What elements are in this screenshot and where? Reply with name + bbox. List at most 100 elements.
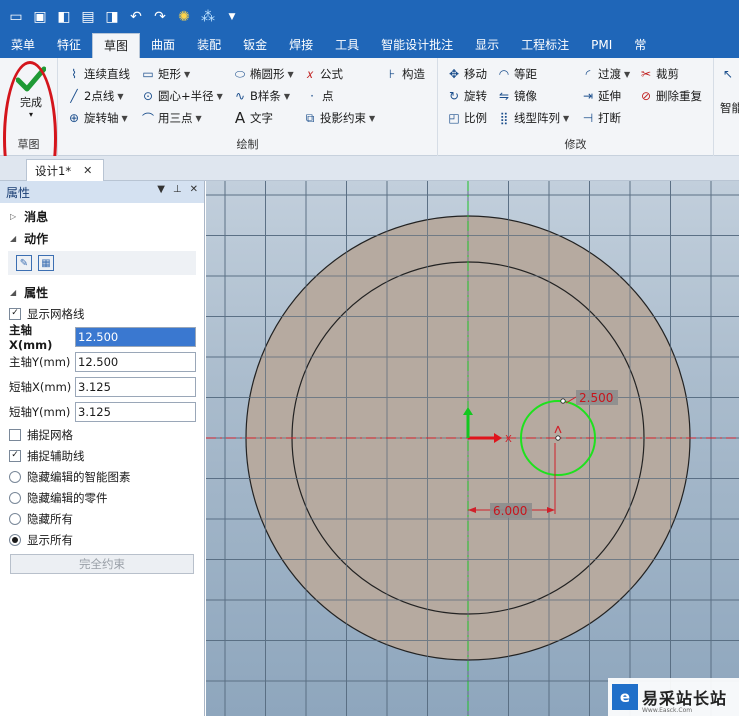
menu-tab[interactable]: 草图 xyxy=(92,33,141,58)
circle-center-point[interactable] xyxy=(555,435,561,441)
spline-icon: ∿ xyxy=(234,89,246,103)
remove-duplicates-tool[interactable]: ⊘ 删除重复 xyxy=(638,86,702,106)
redo-icon[interactable]: ↷ xyxy=(148,5,172,29)
smart-icon[interactable]: ↖ xyxy=(720,64,738,84)
new-icon[interactable]: ▭ xyxy=(4,5,28,29)
mirror-tool[interactable]: ⇋ 镜像 xyxy=(496,86,537,106)
edit-check-icon[interactable]: ✎ xyxy=(16,255,32,271)
formula-icon: 𝑥 xyxy=(306,66,314,81)
undo-icon[interactable]: ↶ xyxy=(124,5,148,29)
radius-dimension[interactable]: 2.500 xyxy=(579,391,613,405)
arc-icon: ⌒ xyxy=(141,111,154,126)
full-constraint-button[interactable]: 完全约束 xyxy=(10,554,194,574)
hide-smart-elements-radio[interactable]: 隐藏编辑的智能图素 xyxy=(0,466,204,487)
pattern-icon: ⣿ xyxy=(499,111,509,125)
construction-tool[interactable]: ⊦ 构造 xyxy=(384,64,425,84)
radius-handle-point[interactable] xyxy=(560,398,566,404)
move-tool[interactable]: ✥ 移动 xyxy=(446,64,487,84)
major-x-input[interactable] xyxy=(75,326,196,347)
menu-tab[interactable]: 特征 xyxy=(46,33,92,58)
ellipse-tool[interactable]: ⬭ 椭圆形 ▼ xyxy=(232,64,294,84)
document-tab[interactable]: 设计1* ✕ xyxy=(26,159,104,181)
folder-open-icon[interactable]: ◧ xyxy=(52,5,76,29)
extend-tool[interactable]: ⇥ 延伸 xyxy=(580,86,621,106)
sketch-group: 完成 ▾ 草图 xyxy=(0,58,58,156)
menu-tab[interactable]: 常 xyxy=(623,33,657,58)
smart-group: ↖ 智能 xyxy=(714,58,739,156)
hide-all-radio[interactable]: 隐藏所有 xyxy=(0,508,204,529)
mirror-icon: ⇋ xyxy=(498,89,510,103)
save-icon[interactable]: ◨ xyxy=(100,5,124,29)
menu-tab[interactable]: 工具 xyxy=(324,33,370,58)
menu-tab[interactable]: 工程标注 xyxy=(510,33,580,58)
menu-tab[interactable]: 智能设计批注 xyxy=(370,33,464,58)
fillet-tool[interactable]: ◜ 过渡 ▼ xyxy=(580,64,630,84)
linear-pattern-tool[interactable]: ⣿ 线型阵列 ▼ xyxy=(496,108,570,128)
chevron-down-icon: ▼ xyxy=(563,113,570,123)
two-point-line-tool[interactable]: ╱ 2点线 ▼ xyxy=(66,86,123,106)
sparkle-icon[interactable]: ⁂ xyxy=(196,5,220,29)
panel-menu-icon[interactable]: ▼ xyxy=(157,184,165,195)
snap-grid-checkbox[interactable]: 捕捉网格 xyxy=(0,424,204,445)
chevron-down-icon: ▼ xyxy=(117,91,124,101)
bspline-tool[interactable]: ∿ B样条 ▼ xyxy=(232,86,290,106)
offset-tool[interactable]: ◠ 等距 xyxy=(496,64,537,84)
scale-icon: ◰ xyxy=(448,111,460,125)
site-logo-icon: e xyxy=(612,684,638,710)
properties-section[interactable]: ◢ 属性 xyxy=(0,281,204,303)
smart-label[interactable]: 智能 xyxy=(720,98,739,118)
minor-y-input[interactable] xyxy=(75,401,196,422)
menu-tab[interactable]: PMI xyxy=(580,33,623,58)
rectangle-tool[interactable]: ▭ 矩形 ▼ xyxy=(140,64,190,84)
rotation-axis-tool[interactable]: ⊕ 旋转轴 ▼ xyxy=(66,108,128,128)
actions-section[interactable]: ◢ 动作 xyxy=(0,227,204,249)
break-icon: ⊣ xyxy=(582,111,594,125)
collapse-icon: ◢ xyxy=(10,233,17,243)
rotate-tool[interactable]: ↻ 旋转 xyxy=(446,86,487,106)
major-y-input[interactable] xyxy=(75,351,196,372)
minor-y-field: 短轴Y(mm) xyxy=(0,399,204,424)
menu-tab[interactable]: 装配 xyxy=(186,33,232,58)
open-icon[interactable]: ▣ xyxy=(28,5,52,29)
formula-tool[interactable]: 𝑥 公式 xyxy=(302,64,343,84)
messages-section[interactable]: ▷ 消息 xyxy=(0,205,204,227)
pin-icon[interactable]: ⊥ xyxy=(173,184,182,195)
projection-icon: ⧉ xyxy=(305,110,315,125)
offset-dimension[interactable]: 6.000 xyxy=(493,504,527,518)
snap-guide-checkbox[interactable]: ✓ 捕捉辅助线 xyxy=(0,445,204,466)
projection-constraint-tool[interactable]: ⧉ 投影约束 ▼ xyxy=(302,108,375,128)
point-tool[interactable]: · 点 xyxy=(304,86,333,106)
expand-icon: ▷ xyxy=(10,211,17,221)
menu-tab[interactable]: 菜单 xyxy=(0,33,46,58)
scale-tool[interactable]: ◰ 比例 xyxy=(446,108,487,128)
minor-x-input[interactable] xyxy=(75,376,196,397)
center-radius-tool[interactable]: ⊙ 圆心+半径 ▼ xyxy=(140,86,223,106)
menu-tab[interactable]: 焊接 xyxy=(278,33,324,58)
close-icon[interactable]: ✕ xyxy=(190,184,198,195)
menu-tab[interactable]: 显示 xyxy=(464,33,510,58)
checkbox-unchecked-icon xyxy=(9,428,21,441)
sketch-canvas[interactable]: X 2.500 6.000 e 易采站长站 Www.Easck.Com xyxy=(206,181,739,716)
panel-title: 属性 xyxy=(6,185,31,200)
modify-group: ✥ 移动 ◠ 等距 ◜ 过渡 ▼ ✂ 裁剪 ↻ 旋转 ⇋ 镜像 ⇥ 延伸 ⊘ 删除重复 ◰ 比例 ⣿… xyxy=(438,58,714,156)
close-icon[interactable]: ✕ xyxy=(83,164,92,177)
grid-edit-icon[interactable]: ▦ xyxy=(38,255,54,271)
customize-dropdown-icon[interactable]: ▼ xyxy=(220,5,244,29)
collapse-icon: ◢ xyxy=(10,287,17,297)
gear-icon[interactable]: ✺ xyxy=(172,5,196,29)
folder-icon[interactable]: ▤ xyxy=(76,5,100,29)
text-tool[interactable]: A 文字 xyxy=(232,108,273,128)
show-all-radio[interactable]: 显示所有 xyxy=(0,529,204,550)
menu-tab[interactable]: 曲面 xyxy=(140,33,186,58)
polyline-tool[interactable]: ⌇ 连续直线 xyxy=(66,64,130,84)
three-point-arc-tool[interactable]: ⌒ 用三点 ▼ xyxy=(140,108,202,128)
trim-tool[interactable]: ✂ 裁剪 xyxy=(638,64,679,84)
watermark-text: 易采站长站 xyxy=(642,689,728,708)
finish-button[interactable]: 完成 ▾ xyxy=(10,66,52,132)
menu-tab[interactable]: 钣金 xyxy=(232,33,278,58)
break-tool[interactable]: ⊣ 打断 xyxy=(580,108,621,128)
polyline-icon: ⌇ xyxy=(71,67,77,81)
hide-edited-part-radio[interactable]: 隐藏编辑的零件 xyxy=(0,487,204,508)
offset-icon: ◠ xyxy=(498,67,510,81)
text-icon: A xyxy=(234,109,246,127)
